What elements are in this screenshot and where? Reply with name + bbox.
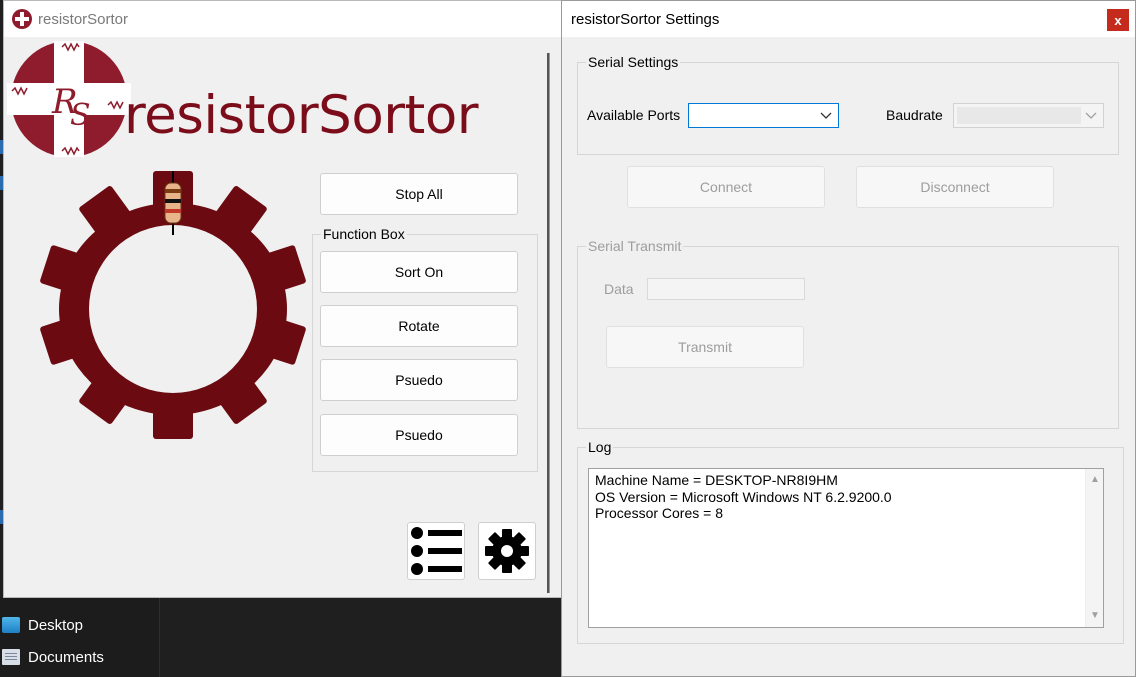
settings-button[interactable] (478, 522, 536, 580)
main-window-title: resistorSortor (38, 10, 129, 28)
stop-all-button[interactable]: Stop All (320, 173, 518, 215)
connect-button[interactable]: Connect (627, 166, 825, 208)
panel-divider (547, 53, 550, 593)
available-ports-label: Available Ports (587, 107, 681, 123)
log-textarea[interactable]: Machine Name = DESKTOP-NR8I9HM OS Versio… (588, 468, 1104, 628)
gear-logo-icon (40, 171, 306, 439)
disconnect-button[interactable]: Disconnect (856, 166, 1054, 208)
scroll-down-icon[interactable]: ▼ (1089, 611, 1101, 621)
gear-icon (485, 529, 529, 573)
settings-title-bar[interactable]: resistorSortor Settings x (562, 1, 1135, 37)
log-line: Machine Name = DESKTOP-NR8I9HM (595, 472, 838, 488)
function-box-title: Function Box (321, 226, 407, 242)
available-ports-select[interactable] (688, 103, 839, 128)
chevron-down-icon (820, 112, 832, 119)
transmit-button[interactable]: Transmit (606, 326, 804, 368)
desktop-folder-icon (2, 617, 20, 633)
explorer-item-label: Documents (28, 648, 104, 666)
serial-settings-title: Serial Settings (586, 54, 681, 70)
settings-window-title: resistorSortor Settings (571, 10, 720, 28)
explorer-sidebar: Desktop Documents (0, 597, 160, 677)
explorer-item-documents[interactable]: Documents (0, 644, 150, 670)
log-lines: Machine Name = DESKTOP-NR8I9HM OS Versio… (595, 472, 892, 522)
log-scrollbar[interactable]: ▲ ▼ (1085, 469, 1103, 627)
svg-text:S: S (70, 98, 91, 133)
psuedo-button-2[interactable]: Psuedo (320, 414, 518, 456)
psuedo-button-1[interactable]: Psuedo (320, 359, 518, 401)
serial-transmit-title: Serial Transmit (586, 238, 684, 254)
explorer-item-desktop[interactable]: Desktop (0, 612, 150, 638)
explorer-item-label: Desktop (28, 616, 84, 634)
data-input[interactable] (647, 278, 805, 300)
data-label: Data (604, 281, 634, 297)
settings-window: resistorSortor Settings x Serial Setting… (561, 0, 1136, 677)
baudrate-select[interactable] (953, 103, 1104, 128)
chevron-down-icon (1085, 112, 1097, 119)
close-button[interactable]: x (1107, 9, 1129, 31)
baudrate-label: Baudrate (886, 107, 943, 123)
baudrate-value-area (957, 107, 1081, 124)
log-title: Log (586, 439, 614, 455)
log-line: Processor Cores = 8 (595, 505, 723, 521)
list-button[interactable] (407, 522, 465, 580)
brand-title: resistorSortor (124, 85, 479, 146)
scroll-up-icon[interactable]: ▲ (1089, 475, 1101, 485)
main-window: resistorSortor R S resistorSortor Stop A… (3, 0, 563, 598)
list-icon (411, 527, 462, 575)
sort-on-button[interactable]: Sort On (320, 251, 518, 293)
main-title-bar[interactable]: resistorSortor (4, 1, 562, 37)
documents-folder-icon (2, 649, 20, 665)
rotate-button[interactable]: Rotate (320, 305, 518, 347)
log-line: OS Version = Microsoft Windows NT 6.2.92… (595, 488, 892, 505)
app-cross-icon (12, 9, 32, 29)
rs-logo-icon: R S (7, 41, 131, 157)
close-icon: x (1114, 12, 1122, 28)
